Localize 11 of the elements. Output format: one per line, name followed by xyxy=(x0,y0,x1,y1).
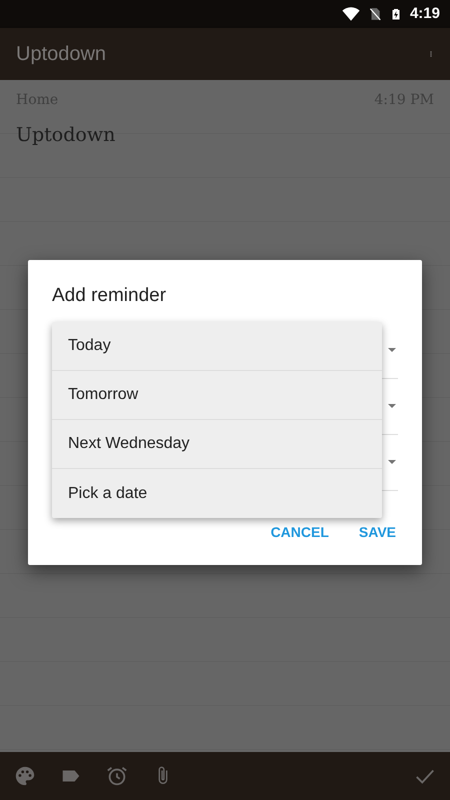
palette-icon[interactable] xyxy=(14,765,36,787)
menu-item[interactable]: Tomorrow xyxy=(52,371,382,420)
wifi-icon xyxy=(342,5,360,23)
menu-item[interactable]: Next Wednesday xyxy=(52,420,382,469)
menu-item[interactable]: Pick a date xyxy=(52,469,382,518)
menu-item[interactable]: Today xyxy=(52,322,382,371)
no-sim-icon xyxy=(368,5,382,23)
app-title: Uptodown xyxy=(16,42,106,67)
clock: 4:19 xyxy=(410,4,440,24)
dialog-title: Add reminder xyxy=(52,284,168,308)
alarm-clock-icon[interactable] xyxy=(106,765,128,787)
